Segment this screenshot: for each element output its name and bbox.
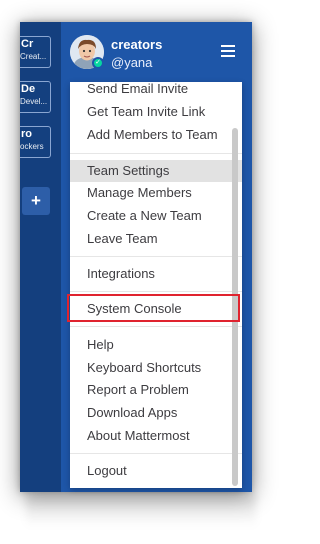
- menu-item-logout[interactable]: Logout: [70, 460, 242, 482]
- menu-item-help[interactable]: Help: [70, 334, 242, 356]
- team-name: creators: [111, 37, 163, 52]
- menu-item-team-settings[interactable]: Team Settings: [70, 160, 242, 182]
- add-team-button[interactable]: +: [22, 187, 50, 215]
- team-abbr: ro: [21, 128, 32, 140]
- team-subtitle: Creat...: [20, 52, 47, 61]
- main-menu-dropdown: Send Email Invite Get Team Invite Link A…: [70, 82, 242, 488]
- team-abbr: De: [21, 83, 36, 95]
- team-tile-dockers[interactable]: ro ockers: [20, 126, 51, 158]
- menu-item-leave-team[interactable]: Leave Team: [70, 228, 242, 250]
- menu-item-manage-members[interactable]: Manage Members: [70, 182, 242, 204]
- add-team-icon: +: [31, 191, 41, 210]
- menu-divider: [70, 291, 242, 292]
- online-status-icon: ✓: [92, 57, 104, 69]
- sidebar-edge: [70, 488, 242, 492]
- menu-item-download-apps[interactable]: Download Apps: [70, 402, 242, 424]
- menu-item-send-email-invite[interactable]: Send Email Invite: [70, 82, 242, 100]
- team-subtitle: Devel...: [20, 97, 48, 106]
- username: @yana: [111, 55, 153, 70]
- highlight-box: [67, 294, 240, 322]
- team-abbr: Cr: [21, 38, 34, 50]
- menu-item-create-team[interactable]: Create a New Team: [70, 205, 242, 227]
- menu-item-get-team-invite-link[interactable]: Get Team Invite Link: [70, 101, 242, 123]
- hamburger-menu-icon[interactable]: [221, 45, 235, 57]
- sidebar-header: ✓ creators @yana: [61, 22, 252, 82]
- sidebar-edge: [61, 82, 70, 492]
- menu-divider: [70, 153, 242, 154]
- sidebar-edge: [242, 82, 252, 492]
- menu-item-integrations[interactable]: Integrations: [70, 263, 242, 285]
- menu-divider: [70, 256, 242, 257]
- menu-divider: [70, 326, 242, 327]
- menu-divider: [70, 453, 242, 454]
- team-tile-developers[interactable]: De Devel...: [20, 81, 51, 113]
- team-sidebar: Cr Creat... De Devel... ro ockers +: [20, 22, 61, 492]
- team-tile-creators[interactable]: Cr Creat...: [20, 36, 51, 68]
- menu-item-keyboard-shortcuts[interactable]: Keyboard Shortcuts: [70, 357, 242, 379]
- menu-item-about[interactable]: About Mattermost: [70, 425, 242, 447]
- menu-item-add-members[interactable]: Add Members to Team: [70, 124, 242, 146]
- team-subtitle: ockers: [20, 142, 44, 151]
- menu-item-report-problem[interactable]: Report a Problem: [70, 379, 242, 401]
